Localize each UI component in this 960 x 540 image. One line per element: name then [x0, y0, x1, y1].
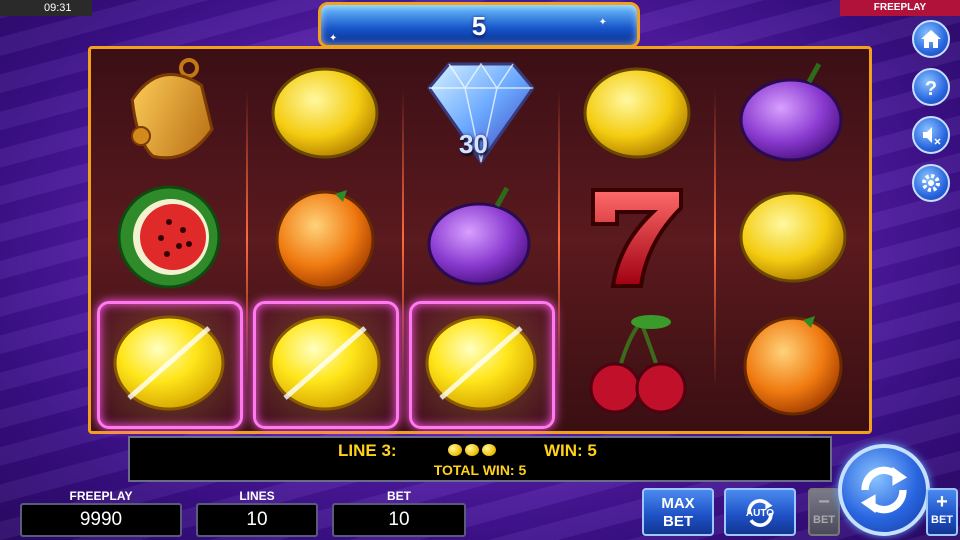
- plus-icon: +: [936, 491, 948, 513]
- settings-icon: [922, 174, 940, 192]
- win-display-value: 5: [471, 11, 487, 41]
- home-icon: [921, 30, 941, 48]
- symbol-plum: [715, 51, 871, 175]
- help-icon: ?: [925, 78, 937, 99]
- auto-label: AUTO: [745, 508, 775, 519]
- spin-icon: [860, 466, 908, 514]
- lines-value: 10: [196, 503, 318, 537]
- max-bet-top: MAX: [661, 495, 695, 512]
- symbol-orange: [247, 175, 403, 299]
- help-button[interactable]: ?: [912, 68, 950, 106]
- bet-value: 10: [332, 503, 466, 537]
- settings-button[interactable]: [912, 164, 950, 202]
- minus-icon: −: [818, 491, 830, 513]
- diamond-value: 30: [459, 129, 488, 159]
- sound-off-icon: [923, 127, 941, 145]
- symbol-lemon-win: [91, 301, 247, 425]
- home-button[interactable]: [912, 20, 950, 58]
- symbol-seven: [559, 175, 715, 299]
- bet-decrease-button[interactable]: − BET: [808, 488, 840, 536]
- symbol-plum: [403, 175, 559, 299]
- sound-button[interactable]: [912, 116, 950, 154]
- bet-decrease-label: BET: [813, 514, 835, 526]
- max-bet-bottom: BET: [663, 513, 693, 530]
- svg-text:?: ?: [925, 78, 937, 99]
- line-label: LINE 3:: [338, 441, 397, 460]
- bet-label: BET: [387, 489, 411, 503]
- symbol-lemon: [247, 51, 403, 175]
- clock: 09:31: [0, 0, 92, 16]
- mode-badge: FREEPLAY: [840, 0, 960, 16]
- line-symbols: [448, 443, 499, 461]
- reel-area: 30: [88, 46, 872, 434]
- symbol-watermelon: [91, 175, 247, 299]
- symbol-bell: [91, 51, 247, 175]
- symbol-lemon-win: [247, 301, 403, 425]
- lines-label: LINES: [239, 489, 275, 503]
- lemon-icon: [448, 444, 462, 456]
- symbol-lemon-win: [403, 301, 559, 425]
- bet-increase-button[interactable]: + BET: [926, 488, 958, 536]
- lemon-icon: [465, 444, 479, 456]
- line-win: WIN: 5: [544, 441, 597, 460]
- freeplay-balance: 9990: [20, 503, 182, 537]
- freeplay-label: FREEPLAY: [69, 489, 133, 503]
- bet-increase-label: BET: [931, 514, 953, 526]
- win-info-bar: LINE 3: WIN: 5 TOTAL WIN: 5: [128, 436, 832, 482]
- total-win: TOTAL WIN: 5: [433, 462, 527, 478]
- symbol-cherries: [559, 301, 715, 425]
- symbol-lemon: [715, 175, 871, 299]
- symbol-lemon: [559, 51, 715, 175]
- lemon-icon: [482, 444, 496, 456]
- win-display: ✦ ✦ 5: [318, 2, 640, 48]
- spin-button[interactable]: [838, 444, 930, 536]
- symbol-orange: [715, 301, 871, 425]
- auto-button[interactable]: AUTO: [724, 488, 796, 536]
- max-bet-button[interactable]: MAX BET: [642, 488, 714, 536]
